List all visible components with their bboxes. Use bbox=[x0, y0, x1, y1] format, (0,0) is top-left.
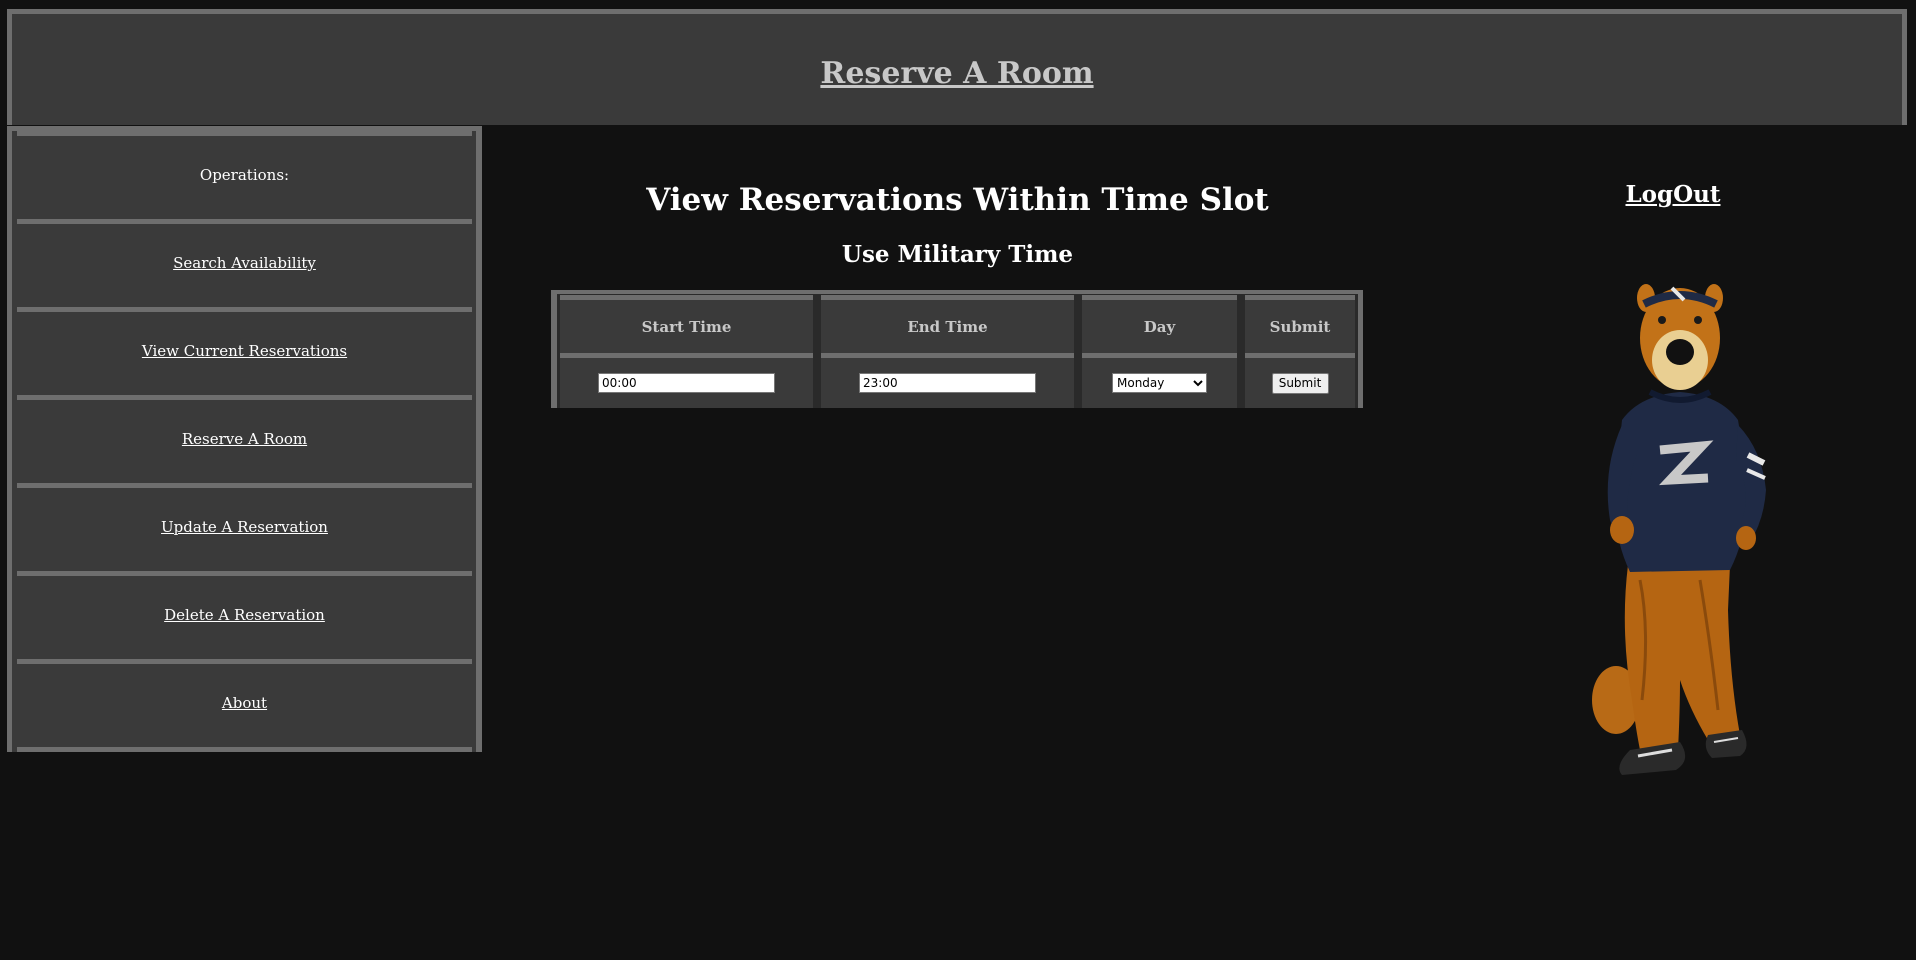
page-subtitle: Use Military Time bbox=[841, 241, 1074, 268]
sidebar-item-view-current-reservations[interactable]: View Current Reservations bbox=[17, 307, 472, 390]
header-submit: Submit bbox=[1245, 295, 1355, 353]
cell-end-time bbox=[821, 353, 1074, 408]
sidebar-bottom-border bbox=[17, 747, 472, 752]
day-select[interactable]: Monday bbox=[1112, 373, 1207, 393]
sidebar-item-label[interactable]: Delete A Reservation bbox=[164, 606, 325, 624]
cell-start-time bbox=[560, 353, 813, 408]
header-title-link[interactable]: Reserve A Room bbox=[12, 56, 1902, 91]
sidebar-item-update-a-reservation[interactable]: Update A Reservation bbox=[17, 483, 472, 566]
header-banner: Reserve A Room bbox=[7, 9, 1907, 125]
sidebar-item-about[interactable]: About bbox=[17, 659, 472, 742]
cell-submit: Submit bbox=[1245, 353, 1355, 408]
cell-day: Monday bbox=[1082, 353, 1237, 408]
sidebar-item-label[interactable]: Search Availability bbox=[173, 254, 316, 272]
header-day: Day bbox=[1082, 295, 1237, 353]
mascot-image bbox=[1592, 284, 1766, 775]
sidebar: Operations: Search Availability View Cur… bbox=[7, 126, 482, 752]
page-title: View Reservations Within Time Slot bbox=[646, 182, 1269, 218]
sidebar-heading-label: Operations: bbox=[199, 166, 290, 184]
sidebar-item-search-availability[interactable]: Search Availability bbox=[17, 219, 472, 302]
time-slot-form-table: Start Time End Time Day Submit Monday Su… bbox=[551, 290, 1363, 408]
header-end-time: End Time bbox=[821, 295, 1074, 353]
sidebar-item-delete-a-reservation[interactable]: Delete A Reservation bbox=[17, 571, 472, 654]
submit-button[interactable]: Submit bbox=[1271, 372, 1329, 394]
sidebar-item-label[interactable]: About bbox=[222, 694, 267, 712]
sidebar-item-label[interactable]: Reserve A Room bbox=[182, 430, 307, 448]
sidebar-item-label[interactable]: Update A Reservation bbox=[161, 518, 328, 536]
header-start-time: Start Time bbox=[560, 295, 813, 353]
sidebar-item-label[interactable]: View Current Reservations bbox=[142, 342, 347, 360]
logout-link[interactable]: LogOut bbox=[1570, 181, 1776, 208]
start-time-input[interactable] bbox=[598, 373, 775, 393]
page: Reserve A Room Operations: Search Availa… bbox=[0, 0, 1916, 960]
sidebar-item-reserve-a-room[interactable]: Reserve A Room bbox=[17, 395, 472, 478]
sidebar-heading: Operations: bbox=[17, 131, 472, 214]
end-time-input[interactable] bbox=[859, 373, 1036, 393]
